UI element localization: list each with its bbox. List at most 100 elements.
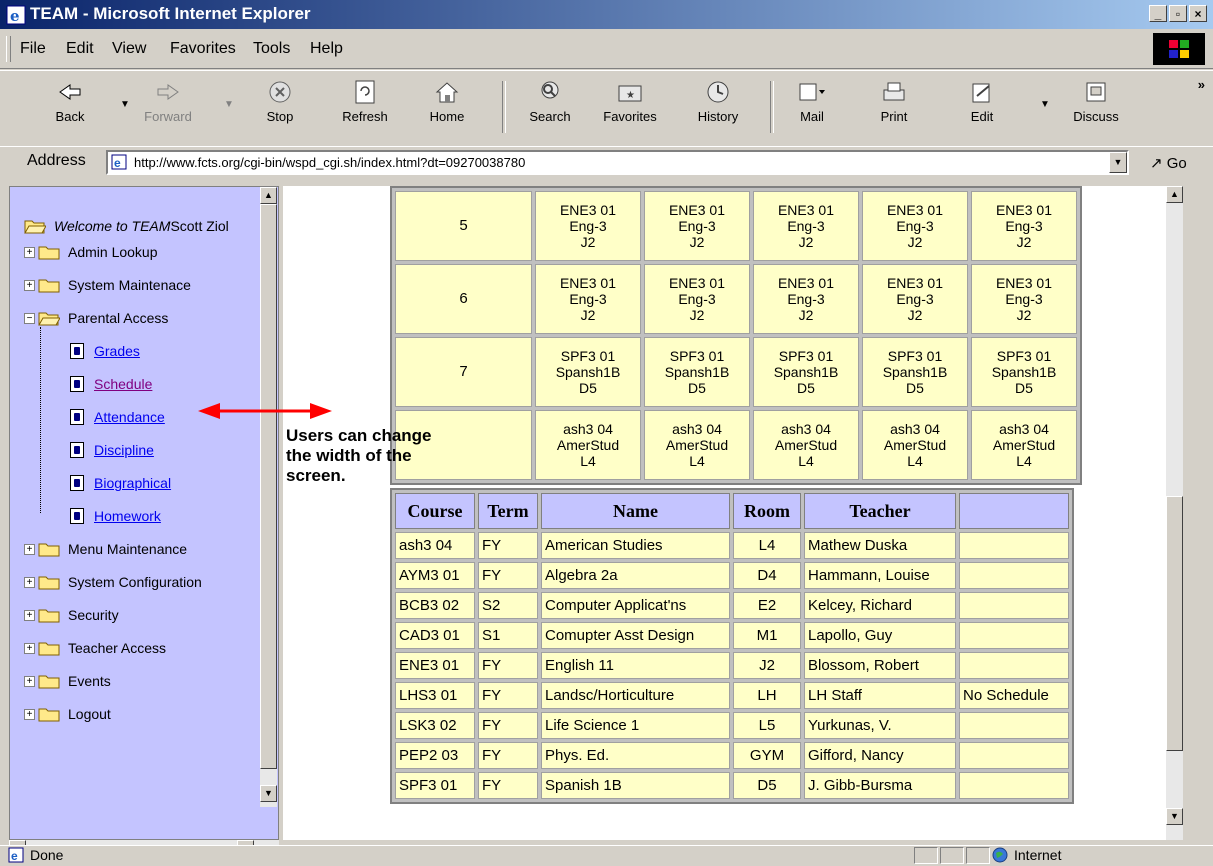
tree-label: Parental Access bbox=[68, 310, 169, 326]
content-vertical-scrollbar[interactable]: ▲ ▼ bbox=[1166, 186, 1183, 840]
status-pane bbox=[914, 847, 938, 864]
address-input[interactable]: e http://www.fcts.org/cgi-bin/wspd_cgi.s… bbox=[106, 150, 1129, 175]
expand-icon[interactable]: + bbox=[24, 675, 35, 687]
folder-icon bbox=[38, 246, 60, 260]
print-button[interactable]: Print bbox=[872, 77, 916, 124]
table-cell: Computer Applicat'ns bbox=[541, 592, 730, 619]
discipline-link[interactable]: Discipline bbox=[94, 442, 154, 458]
expand-icon[interactable]: + bbox=[24, 609, 35, 621]
scroll-down-icon[interactable]: ▼ bbox=[1166, 808, 1183, 825]
tree-item-parental-access[interactable]: − Parental Access bbox=[24, 306, 168, 330]
tree-item-schedule[interactable]: Schedule bbox=[70, 372, 152, 396]
table-cell: AYM3 01 bbox=[395, 562, 475, 589]
menu-tools[interactable]: Tools bbox=[253, 40, 290, 58]
table-cell: Phys. Ed. bbox=[541, 742, 730, 769]
expand-icon[interactable]: + bbox=[24, 576, 35, 588]
table-cell: Spanish 1B bbox=[541, 772, 730, 799]
tree-item-menu-maintenance[interactable]: + Menu Maintenance bbox=[24, 537, 187, 561]
status-pane bbox=[966, 847, 990, 864]
schedule-cell-line: ash3 04 bbox=[563, 421, 613, 437]
mail-label: Mail bbox=[800, 109, 824, 124]
forward-dropdown-icon[interactable]: ▼ bbox=[224, 99, 234, 110]
favorites-button[interactable]: ★ Favorites bbox=[600, 77, 660, 124]
status-text: Done bbox=[30, 847, 64, 863]
schedule-cell: SPF3 01 Spansh1B D5 bbox=[753, 337, 859, 407]
minimize-button[interactable]: _ bbox=[1149, 5, 1167, 22]
tree-item-homework[interactable]: Homework bbox=[70, 504, 161, 528]
back-dropdown-icon[interactable]: ▼ bbox=[120, 99, 130, 110]
close-button[interactable]: × bbox=[1189, 5, 1207, 22]
expand-icon[interactable]: + bbox=[24, 543, 35, 555]
expand-icon[interactable]: + bbox=[24, 279, 35, 291]
table-cell: FY bbox=[478, 712, 538, 739]
navigation-tree: Welcome to TEAM Scott Ziol + Admin Looku… bbox=[9, 186, 279, 840]
schedule-cell: ENE3 01 Eng-3 J2 bbox=[862, 191, 968, 261]
schedule-cell-line: D5 bbox=[1015, 380, 1033, 396]
refresh-button[interactable]: Refresh bbox=[335, 77, 395, 124]
tree-item-system-maintenace[interactable]: + System Maintenace bbox=[24, 273, 191, 297]
address-bar: Address e http://www.fcts.org/cgi-bin/ws… bbox=[0, 146, 1213, 179]
schedule-cell-line: ash3 04 bbox=[672, 421, 722, 437]
toolbar-more-icon[interactable]: » bbox=[1198, 77, 1205, 92]
homework-link[interactable]: Homework bbox=[94, 508, 161, 524]
address-url: http://www.fcts.org/cgi-bin/wspd_cgi.sh/… bbox=[134, 155, 526, 170]
search-button[interactable]: Search bbox=[522, 77, 578, 124]
scroll-down-icon[interactable]: ▼ bbox=[260, 785, 277, 802]
scroll-thumb[interactable] bbox=[260, 204, 277, 769]
schedule-cell-line: Spansh1B bbox=[991, 364, 1057, 380]
table-cell: Landsc/Horticulture bbox=[541, 682, 730, 709]
biographical-link[interactable]: Biographical bbox=[94, 475, 171, 491]
maximize-button[interactable]: ▫ bbox=[1169, 5, 1187, 22]
collapse-icon[interactable]: − bbox=[24, 312, 35, 324]
history-button[interactable]: History bbox=[690, 77, 746, 124]
search-label: Search bbox=[529, 109, 571, 124]
favorites-label: Favorites bbox=[603, 109, 657, 124]
tree-item-admin-lookup[interactable]: + Admin Lookup bbox=[24, 240, 158, 264]
edit-dropdown-icon[interactable]: ▼ bbox=[1040, 99, 1050, 110]
table-cell bbox=[959, 742, 1069, 769]
table-cell bbox=[959, 562, 1069, 589]
grades-link[interactable]: Grades bbox=[94, 343, 140, 359]
tree-item-events[interactable]: + Events bbox=[24, 669, 111, 693]
menu-favorites[interactable]: Favorites bbox=[170, 40, 236, 58]
ie-icon: e bbox=[6, 5, 26, 25]
schedule-cell-line: Eng-3 bbox=[896, 291, 934, 307]
table-cell: J2 bbox=[733, 652, 801, 679]
stop-button[interactable]: Stop bbox=[258, 77, 302, 124]
tree-item-grades[interactable]: Grades bbox=[70, 339, 140, 363]
expand-icon[interactable]: + bbox=[24, 246, 35, 258]
tree-item-attendance[interactable]: Attendance bbox=[70, 405, 165, 429]
mail-button[interactable]: Mail bbox=[790, 77, 834, 124]
tree-item-security[interactable]: + Security bbox=[24, 603, 119, 627]
schedule-cell-line: Eng-3 bbox=[569, 218, 607, 234]
tree-item-biographical[interactable]: Biographical bbox=[70, 471, 171, 495]
tree-item-logout[interactable]: + Logout bbox=[24, 702, 111, 726]
menu-file[interactable]: File bbox=[20, 40, 46, 58]
scroll-up-icon[interactable]: ▲ bbox=[1166, 186, 1183, 203]
expand-icon[interactable]: + bbox=[24, 642, 35, 654]
schedule-link[interactable]: Schedule bbox=[94, 376, 152, 392]
edit-button[interactable]: Edit bbox=[960, 77, 1004, 124]
scroll-up-icon[interactable]: ▲ bbox=[260, 187, 277, 204]
go-button[interactable]: ↗ Go bbox=[1150, 154, 1187, 172]
expand-icon[interactable]: + bbox=[24, 708, 35, 720]
schedule-cell: ENE3 01 Eng-3 J2 bbox=[644, 191, 750, 261]
attendance-link[interactable]: Attendance bbox=[94, 409, 165, 425]
forward-button[interactable]: Forward bbox=[140, 77, 196, 124]
zone-label: Internet bbox=[1014, 847, 1062, 863]
menu-view[interactable]: View bbox=[112, 40, 146, 58]
tree-vertical-scrollbar[interactable]: ▲ ▼ bbox=[260, 187, 277, 807]
address-dropdown-icon[interactable]: ▼ bbox=[1109, 152, 1127, 173]
tree-item-system-configuration[interactable]: + System Configuration bbox=[24, 570, 202, 594]
table-cell: LSK3 02 bbox=[395, 712, 475, 739]
discuss-button[interactable]: Discuss bbox=[1066, 77, 1126, 124]
home-button[interactable]: Home bbox=[425, 77, 469, 124]
schedule-cell-line: L4 bbox=[689, 453, 705, 469]
scroll-thumb[interactable] bbox=[1166, 496, 1183, 751]
back-button[interactable]: Back bbox=[48, 77, 92, 124]
svg-text:e: e bbox=[114, 156, 121, 170]
tree-item-teacher-access[interactable]: + Teacher Access bbox=[24, 636, 166, 660]
menu-help[interactable]: Help bbox=[310, 40, 343, 58]
menu-edit[interactable]: Edit bbox=[66, 40, 94, 58]
tree-item-discipline[interactable]: Discipline bbox=[70, 438, 154, 462]
